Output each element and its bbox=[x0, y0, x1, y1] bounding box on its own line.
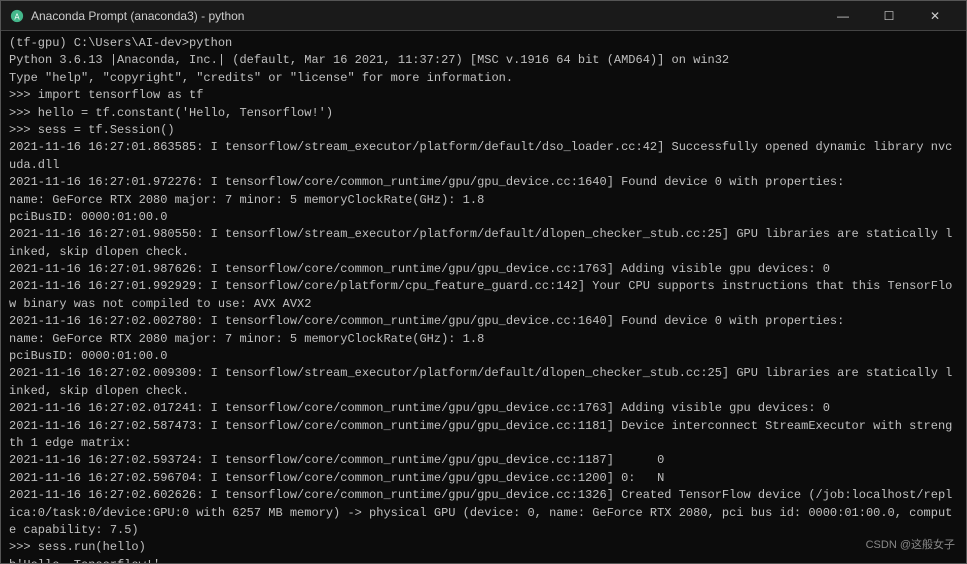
watermark: CSDN @这般女子 bbox=[866, 536, 955, 552]
window-wrapper: A Anaconda Prompt (anaconda3) - python —… bbox=[0, 0, 967, 564]
title-bar: A Anaconda Prompt (anaconda3) - python —… bbox=[1, 1, 966, 31]
terminal-output: (tf-gpu) C:\Users\AI-dev>python Python 3… bbox=[9, 35, 958, 563]
window-controls: — ☐ ✕ bbox=[820, 1, 958, 31]
maximize-button[interactable]: ☐ bbox=[866, 1, 912, 31]
minimize-button[interactable]: — bbox=[820, 1, 866, 31]
terminal-area[interactable]: (tf-gpu) C:\Users\AI-dev>python Python 3… bbox=[1, 31, 966, 563]
main-window: A Anaconda Prompt (anaconda3) - python —… bbox=[0, 0, 967, 564]
svg-text:A: A bbox=[14, 12, 20, 21]
app-icon: A bbox=[9, 8, 25, 24]
window-title: Anaconda Prompt (anaconda3) - python bbox=[31, 9, 820, 23]
close-button[interactable]: ✕ bbox=[912, 1, 958, 31]
